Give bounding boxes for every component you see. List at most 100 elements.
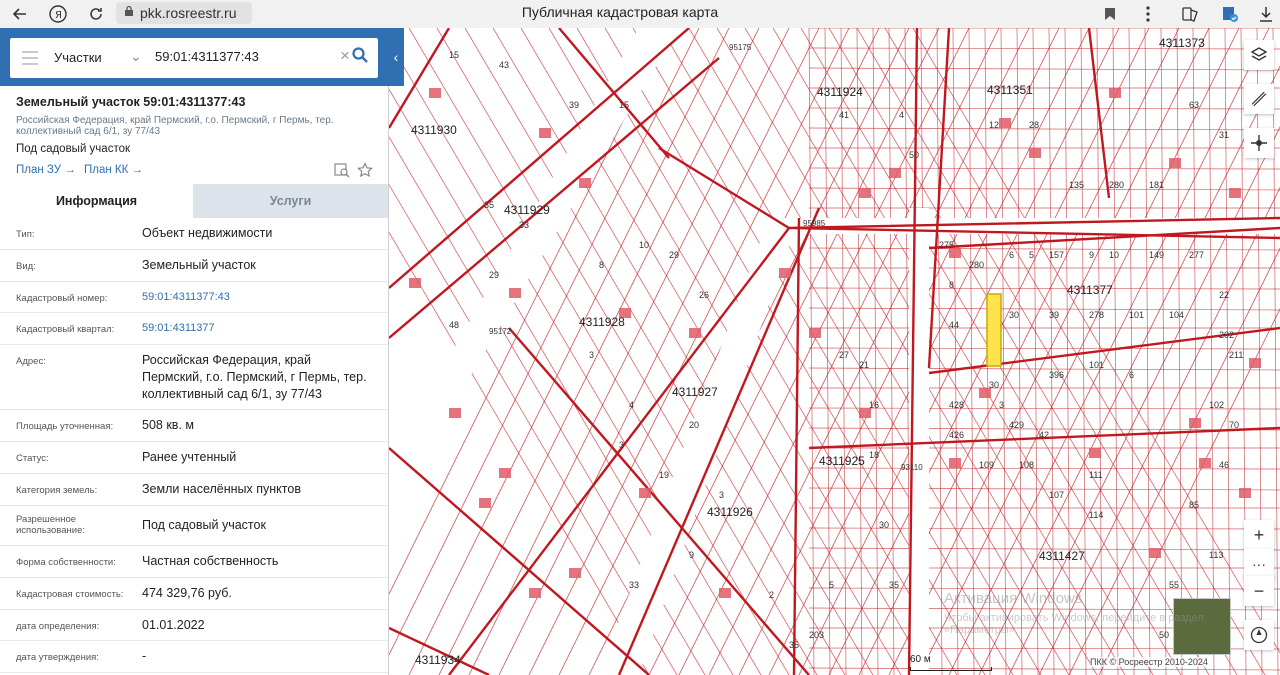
search-input[interactable]: 59:01:4311377:43 bbox=[155, 49, 259, 64]
building bbox=[779, 268, 791, 278]
collections-icon[interactable] bbox=[1178, 2, 1202, 26]
more-menu-icon[interactable] bbox=[1136, 2, 1160, 26]
search-icon[interactable] bbox=[352, 47, 368, 68]
close-icon[interactable]: × bbox=[340, 46, 350, 66]
chevron-down-icon[interactable]: ⌄ bbox=[130, 48, 142, 65]
parcel-number: 43 bbox=[499, 60, 509, 70]
zoom-out-button[interactable]: − bbox=[1244, 576, 1274, 606]
parcel-number: 8 bbox=[599, 260, 604, 270]
quarter-label: 4311930 bbox=[411, 123, 457, 137]
info-row-label: Кадастровый номер: bbox=[16, 293, 108, 304]
parcel-number: 29 bbox=[489, 270, 499, 280]
quarter-label: 4311924 bbox=[817, 85, 863, 99]
info-row: Кадастровый номер: 59:01:4311377:43 bbox=[0, 282, 388, 313]
download-icon[interactable] bbox=[1254, 2, 1278, 26]
road bbox=[599, 218, 799, 675]
object-use: Под садовый участок bbox=[16, 143, 131, 155]
plan-kk-link[interactable]: План КК → bbox=[84, 164, 143, 176]
parcel-line bbox=[872, 28, 879, 675]
building bbox=[1169, 158, 1181, 168]
street-label: 93110 bbox=[901, 463, 923, 472]
building bbox=[509, 288, 521, 298]
info-row: Статус: Ранее учтенный bbox=[0, 442, 388, 474]
building bbox=[529, 588, 541, 598]
info-row-link[interactable]: 59:01:4311377 bbox=[142, 320, 374, 337]
parcel-number: 3 bbox=[589, 350, 594, 360]
parcel-number: 280 bbox=[1109, 180, 1124, 190]
star-icon[interactable] bbox=[357, 162, 373, 183]
building bbox=[889, 168, 901, 178]
parcel-number: 149 bbox=[1149, 250, 1164, 260]
layers-button[interactable] bbox=[1244, 40, 1274, 70]
parcel-number: 30 bbox=[989, 380, 999, 390]
more-options-button[interactable]: ··· bbox=[1244, 549, 1274, 579]
quarter-label: 4311427 bbox=[1039, 549, 1085, 563]
tab-services[interactable]: Услуги bbox=[193, 184, 388, 218]
quarter-boundary bbox=[508, 327, 810, 675]
street-label: 95985 bbox=[803, 219, 826, 228]
quarter-label: 4311929 bbox=[504, 203, 550, 217]
info-row-link[interactable]: 59:01:4311377:43 bbox=[142, 289, 374, 306]
info-row-value: Земельный участок bbox=[142, 258, 256, 272]
quarter-label: 4311934 bbox=[415, 653, 461, 667]
parcel-number: 16 bbox=[869, 400, 879, 410]
quarter-boundary bbox=[389, 626, 490, 675]
parcel-number: 3 bbox=[619, 440, 624, 450]
object-type-select[interactable]: Участки bbox=[54, 50, 102, 65]
zoom-in-button[interactable]: + bbox=[1244, 520, 1274, 550]
parcel-line bbox=[808, 28, 815, 675]
parcel-number: 101 bbox=[1129, 310, 1144, 320]
cadastral-map[interactable]: 15 43 39 15 35 33 29 48 8 10 29 26 3 4 20 3 19 3 9 33 2 35 203… bbox=[389, 28, 1280, 675]
extension-icon[interactable] bbox=[1218, 2, 1242, 26]
parcel-number: 55 bbox=[1169, 580, 1179, 590]
parcel-line bbox=[808, 347, 1280, 350]
locate-point-button[interactable] bbox=[1244, 128, 1274, 158]
parcel-number: 8 bbox=[949, 280, 954, 290]
tab-information[interactable]: Информация bbox=[0, 184, 193, 220]
parcel-line bbox=[968, 28, 975, 675]
bookmark-icon[interactable] bbox=[1098, 2, 1122, 26]
arrow-right-icon: → bbox=[64, 164, 76, 176]
parcel-line bbox=[808, 367, 1280, 371]
info-row-value: Российская Федерация, край Пермский, г.о… bbox=[142, 353, 367, 401]
info-row-value: - bbox=[142, 649, 147, 663]
building bbox=[639, 488, 651, 498]
parcel-line bbox=[1016, 28, 1023, 675]
parcel-line bbox=[1176, 28, 1183, 675]
search-box[interactable]: Участки ⌄ 59:01:4311377:43 × bbox=[10, 38, 378, 78]
info-row-label: Форма собственности: bbox=[16, 557, 116, 568]
building bbox=[409, 278, 421, 288]
ruler-button[interactable] bbox=[1244, 84, 1274, 114]
parcel-line bbox=[744, 28, 1126, 675]
parcel-number: 28 bbox=[1029, 120, 1039, 130]
collapse-panel-button[interactable]: ‹ bbox=[388, 28, 404, 86]
info-row-value: 474 329,76 руб. bbox=[142, 586, 232, 600]
quarter-label: 4311928 bbox=[579, 315, 625, 329]
parcel-number: 2 bbox=[769, 590, 774, 600]
parcel-line bbox=[808, 307, 1280, 311]
parcel-number: 6 bbox=[1129, 370, 1134, 380]
parcel-line bbox=[952, 28, 959, 675]
parcel-line bbox=[632, 28, 1014, 675]
scale-bar bbox=[910, 667, 992, 671]
parcel-number: 275 bbox=[939, 240, 954, 250]
parcel-number: 3 bbox=[999, 400, 1004, 410]
building bbox=[1239, 488, 1251, 498]
info-row-label: Статус: bbox=[16, 453, 49, 464]
quarter-label: 4311351 bbox=[987, 83, 1033, 97]
info-row-value: Под садовый участок bbox=[142, 518, 266, 532]
plan-zu-link[interactable]: План ЗУ → bbox=[16, 164, 76, 176]
info-row-label: Тип: bbox=[16, 229, 35, 240]
parcel-number: 9 bbox=[1089, 250, 1094, 260]
parcel-number: 85 bbox=[1189, 500, 1199, 510]
parcel-number: 20 bbox=[689, 420, 699, 430]
info-row: Площадь уточненная: 508 кв. м bbox=[0, 410, 388, 442]
compass-button[interactable] bbox=[1244, 620, 1274, 650]
info-row-label: Категория земель: bbox=[16, 485, 98, 496]
map-canvas[interactable]: 154339 1535332948810292634203193933235203… bbox=[389, 28, 1280, 675]
menu-icon[interactable] bbox=[22, 51, 38, 65]
parcel-line bbox=[436, 28, 818, 675]
parcel-number: 35 bbox=[789, 640, 799, 650]
search-on-map-icon[interactable] bbox=[334, 162, 350, 183]
info-table: Тип: Объект недвижимости Вид: Земельный уча… bbox=[0, 218, 388, 675]
